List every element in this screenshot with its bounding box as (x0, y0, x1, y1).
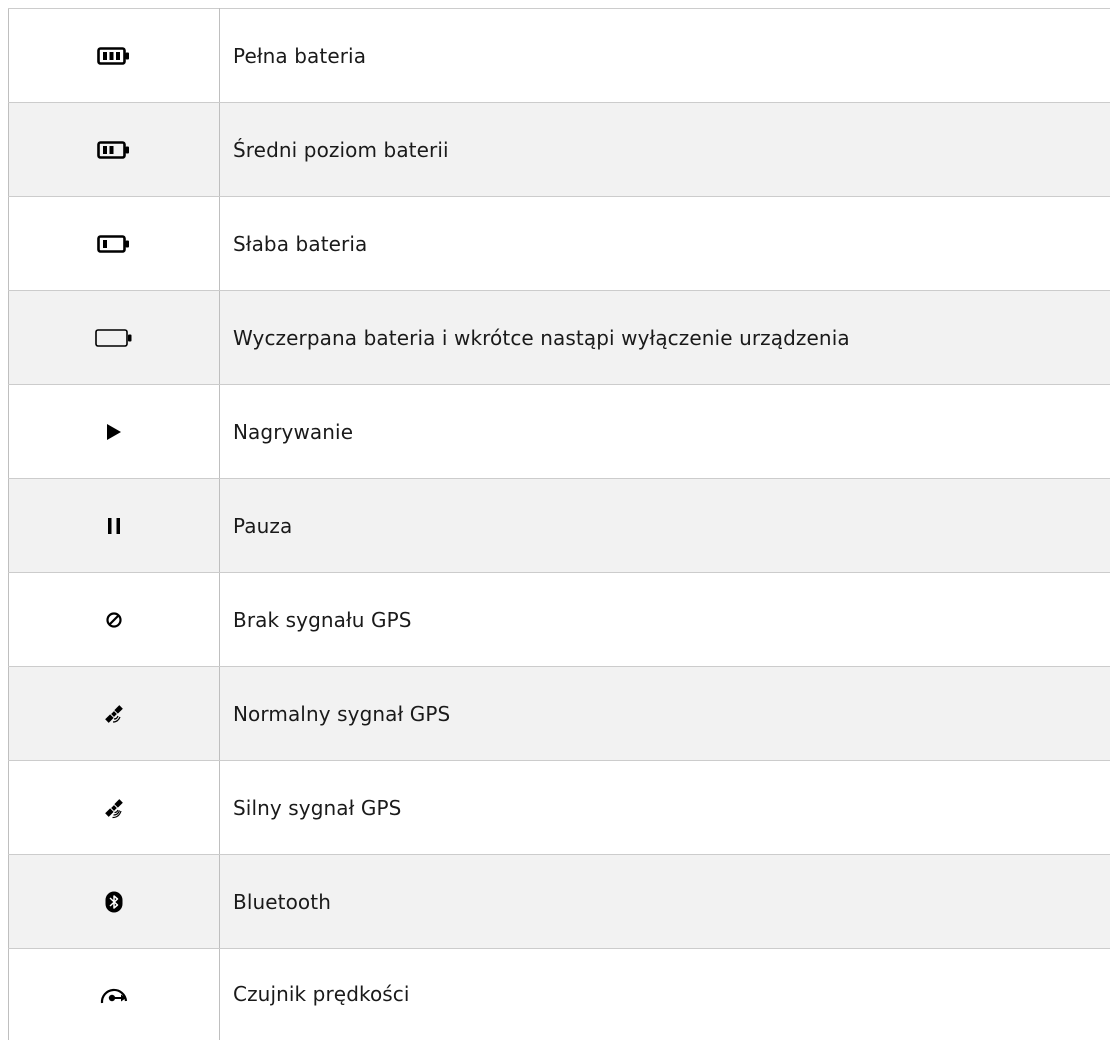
battery-low-icon (97, 235, 131, 253)
icon-cell (9, 761, 220, 855)
table-row: Bluetooth (9, 855, 1110, 949)
table-row: Pełna bateria (9, 9, 1110, 103)
description-cell: Normalny sygnał GPS (220, 667, 1110, 761)
description-cell: Czujnik prędkości (220, 949, 1110, 1040)
table-row: Średni poziom baterii (9, 103, 1110, 197)
icon-cell (9, 291, 220, 385)
bluetooth-icon (105, 891, 123, 913)
description-cell: Słaba bateria (220, 197, 1110, 291)
description-cell: Nagrywanie (220, 385, 1110, 479)
icon-cell (9, 9, 220, 103)
description-cell: Średni poziom baterii (220, 103, 1110, 197)
speed-sensor-icon (99, 985, 129, 1005)
icon-legend-table: Pełna bateria Średni poziom baterii (8, 8, 1110, 1040)
table-row: Czujnik prędkości (9, 949, 1110, 1040)
icon-cell (9, 479, 220, 573)
icon-cell (9, 855, 220, 949)
description-cell: Pełna bateria (220, 9, 1110, 103)
description-cell: Silny sygnał GPS (220, 761, 1110, 855)
gps-normal-signal-icon (102, 702, 126, 726)
icon-cell (9, 667, 220, 761)
play-icon (106, 423, 122, 441)
table-row: Brak sygnału GPS (9, 573, 1110, 667)
gps-strong-signal-icon (102, 796, 126, 820)
icon-cell (9, 197, 220, 291)
battery-empty-icon (95, 328, 133, 348)
icon-cell (9, 573, 220, 667)
table-row: Normalny sygnał GPS (9, 667, 1110, 761)
table-row: Wyczerpana bateria i wkrótce nastąpi wył… (9, 291, 1110, 385)
icon-cell (9, 103, 220, 197)
icon-cell (9, 385, 220, 479)
pause-icon (107, 517, 121, 535)
battery-medium-icon (97, 141, 131, 159)
table-row: Słaba bateria (9, 197, 1110, 291)
icon-cell (9, 949, 220, 1040)
battery-full-icon (97, 47, 131, 65)
description-cell: Brak sygnału GPS (220, 573, 1110, 667)
description-cell: Bluetooth (220, 855, 1110, 949)
no-gps-signal-icon (105, 611, 123, 629)
table-row: Silny sygnał GPS (9, 761, 1110, 855)
table-row: Pauza (9, 479, 1110, 573)
description-cell: Pauza (220, 479, 1110, 573)
table-row: Nagrywanie (9, 385, 1110, 479)
description-cell: Wyczerpana bateria i wkrótce nastąpi wył… (220, 291, 1110, 385)
